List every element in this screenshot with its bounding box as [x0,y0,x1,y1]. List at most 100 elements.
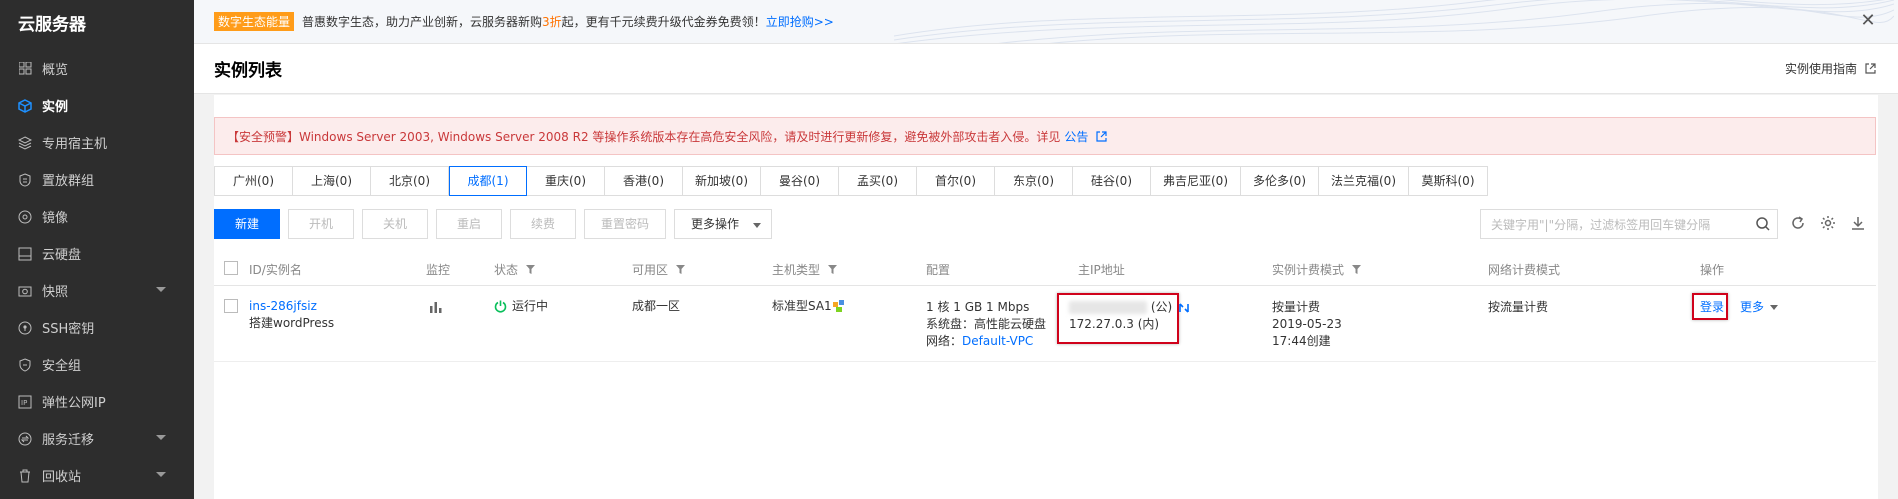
instance-id-link[interactable]: ins-286jfsiz [249,299,317,313]
sidebar-item-label: 镜像 [42,211,69,226]
region-tab-hongkong[interactable]: 香港(0) [605,167,683,195]
sidebar-item-placement-group[interactable]: 置放群组 [0,161,194,198]
layers-icon [18,135,32,150]
vpc-link[interactable]: Default-VPC [962,334,1033,348]
sidebar-item-cloud-disk[interactable]: 云硬盘 [0,235,194,272]
page-header: 实例列表 实例使用指南 [194,44,1898,94]
sidebar-item-label: 快照 [42,285,69,300]
renew-button[interactable]: 续费 [510,209,576,239]
new-instance-button[interactable]: 新建 [214,209,280,239]
chevron-down-icon [156,435,166,440]
sidebar-item-label: SSH密钥 [42,322,95,337]
private-ip: 172.27.0.3 (内) [1069,317,1160,331]
sidebar-item-label: 安全组 [42,359,82,374]
region-tab-mumbai[interactable]: 孟买(0) [839,167,917,195]
migrate-icon [18,432,32,446]
instance-guide-link[interactable]: 实例使用指南 [1785,60,1876,77]
sidebar-item-migration[interactable]: 服务迁移 [0,420,194,457]
region-tab-toronto[interactable]: 多伦多(0) [1241,167,1319,195]
sidebar: 云服务器 概览 实例 专用宿主机 置放群组 镜像 云硬盘 快照 SSH密钥 安全… [0,0,194,499]
banner-text: 普惠数字生态，助力产业创新，云服务器新购3折起，更有千元续费升级代金券免费领！立… [302,15,834,29]
sidebar-item-snapshot[interactable]: 快照 [0,272,194,309]
sidebar-item-recycle-bin[interactable]: 回收站 [0,457,194,494]
col-net-billing: 网络计费模式 [1488,263,1561,277]
sidebar-item-elastic-ip[interactable]: IP 弹性公网IP [0,383,194,420]
chevron-down-icon [1770,305,1779,310]
region-tab-chongqing[interactable]: 重庆(0) [527,167,605,195]
bar-chart-icon[interactable] [429,300,443,314]
filter-icon[interactable] [1352,265,1362,274]
region-tab-moscow[interactable]: 莫斯科(0) [1409,167,1487,195]
gear-icon[interactable] [1820,215,1836,231]
public-ip-redacted [1069,301,1147,314]
login-button[interactable]: 登录 [1700,299,1724,316]
region-tab-silicon-valley[interactable]: 硅谷(0) [1073,167,1151,195]
sidebar-item-ssh-keys[interactable]: SSH密钥 [0,309,194,346]
search-icon[interactable] [1755,216,1771,232]
download-icon[interactable] [1850,215,1866,231]
col-id: ID/实例名 [249,263,302,277]
config-system-disk: 系统盘：高性能云硬盘 [926,317,1047,331]
chevron-down-icon [156,472,166,477]
region-tab-frankfurt[interactable]: 法兰克福(0) [1319,167,1409,195]
filter-icon[interactable] [676,265,686,274]
reset-password-button[interactable]: 重置密码 [584,209,667,239]
col-config: 配置 [926,263,951,277]
sidebar-item-label: 概览 [42,63,69,78]
external-link-icon [1865,63,1876,74]
external-link-icon[interactable] [1096,130,1108,142]
row-checkbox[interactable] [224,299,238,313]
power-on-icon [494,300,507,313]
shield-icon [18,357,32,372]
region-tab-guangzhou[interactable]: 广州(0) [215,167,293,195]
start-button[interactable]: 开机 [288,209,354,239]
sidebar-title: 云服务器 [18,15,86,35]
sidebar-item-label: 置放群组 [42,174,95,189]
sidebar-item-images[interactable]: 镜像 [0,198,194,235]
region-tab-beijing[interactable]: 北京(0) [371,167,449,195]
group-icon [18,172,32,187]
col-billing: 实例计费模式 [1272,261,1362,278]
table-header: ID/实例名 监控 状态 可用区 主机类型 配置 主IP地址 实例计费模式 网络… [214,250,1876,286]
refresh-icon[interactable] [1790,215,1806,231]
billing-mode: 按量计费 [1272,300,1321,314]
filter-icon[interactable] [526,265,536,274]
banner-tag: 数字生态能量 [214,12,295,31]
region-tab-virginia[interactable]: 弗吉尼亚(0) [1151,167,1241,195]
created-date: 2019-05-23 [1272,317,1342,331]
region-tab-shanghai[interactable]: 上海(0) [293,167,371,195]
more-actions-dropdown[interactable]: 更多操作 [674,209,773,239]
restart-button[interactable]: 重启 [436,209,502,239]
config-spec: 1 核 1 GB 1 Mbps [926,300,1030,314]
region-tab-seoul[interactable]: 首尔(0) [917,167,995,195]
banner-buy-link[interactable]: 立即抢购>> [766,15,834,29]
created-time: 17:44创建 [1272,334,1331,348]
sidebar-item-label: 专用宿主机 [42,137,108,152]
region-tab-bangkok[interactable]: 曼谷(0) [761,167,839,195]
region-tab-singapore[interactable]: 新加坡(0) [683,167,761,195]
region-tab-chengdu[interactable]: 成都(1) [449,166,527,196]
more-ops-dropdown[interactable]: 更多 [1740,299,1779,316]
sidebar-item-overview[interactable]: 概览 [0,50,194,87]
cube-icon [18,98,32,113]
announcement-link[interactable]: 公告 [1064,128,1088,145]
promo-banner: 数字生态能量 普惠数字生态，助力产业创新，云服务器新购3折起，更有千元续费升级代… [194,0,1898,44]
stop-button[interactable]: 关机 [362,209,428,239]
sidebar-item-label: 弹性公网IP [42,396,106,411]
ip-icon: IP [18,395,32,409]
filter-icon[interactable] [828,265,838,274]
region-tab-tokyo[interactable]: 东京(0) [995,167,1073,195]
zone-text: 成都一区 [632,299,681,313]
page-title: 实例列表 [214,61,282,81]
content-panel: 【安全预警】Windows Server 2003, Windows Serve… [194,95,1898,499]
trash-icon [18,469,32,483]
change-ip-icon[interactable] [1178,302,1190,314]
close-icon[interactable]: ✕ [1860,12,1876,30]
col-zone: 可用区 [632,261,686,278]
sidebar-item-security-group[interactable]: 安全组 [0,346,194,383]
sidebar-item-instances[interactable]: 实例 [0,87,194,124]
search-input[interactable]: 关键字用"|"分隔，过滤标签用回车键分隔 [1480,209,1778,239]
sidebar-item-label: 云硬盘 [42,248,82,263]
select-all-checkbox[interactable] [224,261,238,275]
sidebar-item-dedicated-host[interactable]: 专用宿主机 [0,124,194,161]
